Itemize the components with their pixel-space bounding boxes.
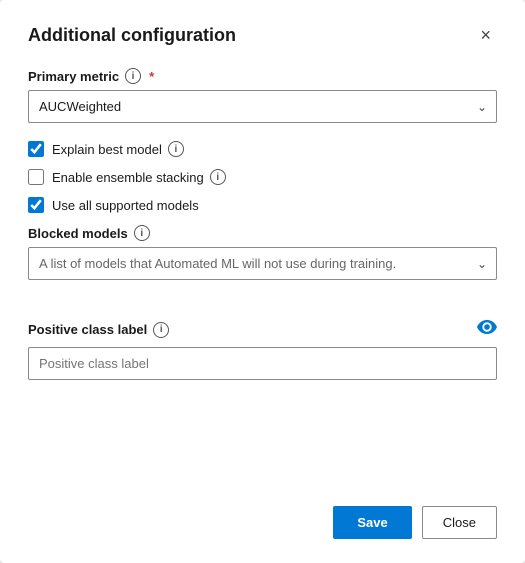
primary-metric-section: Primary metric i * AUCWeighted Accuracy …: [28, 68, 497, 141]
dialog-header: Additional configuration ×: [28, 24, 497, 46]
enable-ensemble-stacking-label[interactable]: Enable ensemble stacking i: [52, 169, 226, 185]
blocked-models-select-wrapper: A list of models that Automated ML will …: [28, 247, 497, 280]
close-button[interactable]: Close: [422, 506, 497, 539]
positive-class-label-eye-icon[interactable]: [477, 320, 497, 339]
use-all-supported-models-row: Use all supported models: [28, 197, 497, 213]
blocked-models-select[interactable]: A list of models that Automated ML will …: [28, 247, 497, 280]
dialog-close-button[interactable]: ×: [474, 24, 497, 46]
save-button[interactable]: Save: [333, 506, 411, 539]
positive-class-label-title: Positive class label i: [28, 322, 169, 338]
explain-best-model-checkbox[interactable]: [28, 141, 44, 157]
primary-metric-required-star: *: [149, 69, 154, 84]
explain-best-model-row: Explain best model i: [28, 141, 497, 157]
positive-class-label-header: Positive class label i: [28, 320, 497, 339]
dialog-footer: Save Close: [28, 490, 497, 539]
enable-ensemble-stacking-info-icon[interactable]: i: [210, 169, 226, 185]
enable-ensemble-stacking-checkbox[interactable]: [28, 169, 44, 185]
additional-config-dialog: Additional configuration × Primary metri…: [0, 0, 525, 563]
primary-metric-select-wrapper: AUCWeighted Accuracy NormMacroRecall Ave…: [28, 90, 497, 123]
blocked-models-info-icon[interactable]: i: [134, 225, 150, 241]
explain-best-model-info-icon[interactable]: i: [168, 141, 184, 157]
dialog-title: Additional configuration: [28, 25, 236, 46]
blocked-models-section: Blocked models i A list of models that A…: [28, 225, 497, 298]
primary-metric-label: Primary metric i *: [28, 68, 497, 84]
use-all-supported-models-label[interactable]: Use all supported models: [52, 198, 199, 213]
positive-class-label-section: Positive class label i: [28, 320, 497, 380]
blocked-models-label: Blocked models i: [28, 225, 497, 241]
primary-metric-select[interactable]: AUCWeighted Accuracy NormMacroRecall Ave…: [28, 90, 497, 123]
positive-class-label-info-icon[interactable]: i: [153, 322, 169, 338]
use-all-supported-models-checkbox[interactable]: [28, 197, 44, 213]
enable-ensemble-stacking-row: Enable ensemble stacking i: [28, 169, 497, 185]
explain-best-model-label[interactable]: Explain best model i: [52, 141, 184, 157]
primary-metric-info-icon[interactable]: i: [125, 68, 141, 84]
positive-class-label-input[interactable]: [28, 347, 497, 380]
